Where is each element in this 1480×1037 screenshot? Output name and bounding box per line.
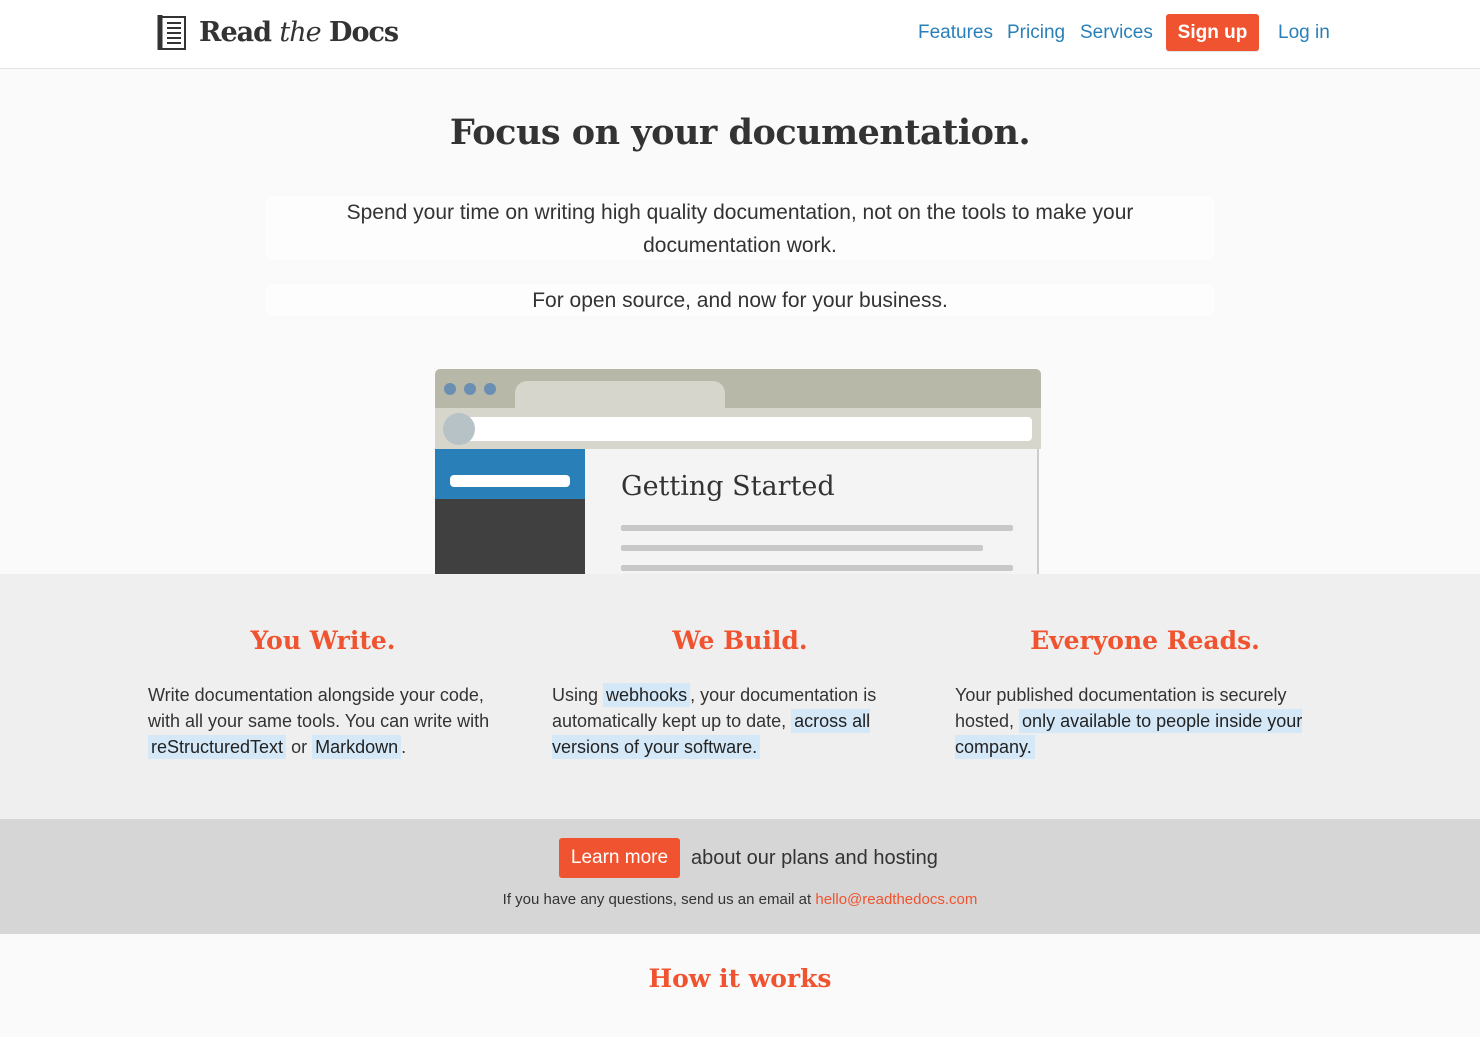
feature-title: Everyone Reads. [1030, 626, 1260, 655]
logo[interactable]: Read the Docs [157, 14, 399, 51]
sidebar-search [450, 475, 570, 487]
hero-title: Focus on your documentation. [449, 112, 1031, 153]
nav-services-link[interactable]: Services [1080, 22, 1153, 44]
address-bar [465, 417, 1032, 441]
webhooks-highlight: webhooks [603, 683, 691, 707]
book-icon [157, 15, 186, 50]
window-dot-icon [464, 383, 476, 395]
nav-pricing-link[interactable]: Pricing [1007, 22, 1065, 44]
signup-button[interactable]: Sign up [1166, 14, 1259, 51]
mock-heading: Getting Started [621, 471, 835, 502]
text-line [621, 525, 1013, 531]
features-section: You Write. Write documentation alongside… [0, 574, 1480, 819]
feature-text: Your published documentation is securely… [955, 685, 1303, 759]
markdown-highlight: Markdown [312, 735, 402, 759]
top-nav: Read the Docs Features Pricing Services … [0, 0, 1480, 69]
feature-title: You Write. [250, 626, 396, 655]
sidebar [435, 499, 585, 574]
sidebar-header [435, 449, 585, 499]
cta-section: Learn more about our plans and hosting I… [0, 819, 1480, 934]
logo-text: Read the Docs [199, 17, 399, 48]
text-line [621, 565, 1013, 571]
nav-features-link[interactable]: Features [918, 22, 993, 44]
restructuredtext-highlight: reStructuredText [148, 735, 287, 759]
browser-illustration: Getting Started [435, 369, 1041, 574]
window-dot-icon [484, 383, 496, 395]
how-it-works-heading: How it works [648, 964, 832, 993]
feature-title: We Build. [672, 626, 808, 655]
hero-tagline: For open source, and now for your busine… [265, 284, 1215, 316]
email-link[interactable]: hello@readthedocs.com [815, 891, 977, 908]
window-dot-icon [444, 383, 456, 395]
text-line [621, 545, 983, 551]
learn-more-button[interactable]: Learn more [559, 838, 680, 878]
feature-text: Using webhooks, your documentation is au… [552, 683, 877, 759]
feature-text: Write documentation alongside your code,… [148, 685, 490, 759]
favicon-icon [443, 413, 475, 445]
hero-subtitle: Spend your time on writing high quality … [265, 196, 1215, 260]
cta-text: about our plans and hosting [691, 847, 938, 869]
contact-line: If you have any questions, send us an em… [502, 891, 978, 908]
login-link[interactable]: Log in [1278, 22, 1330, 44]
page-body [585, 449, 1039, 574]
